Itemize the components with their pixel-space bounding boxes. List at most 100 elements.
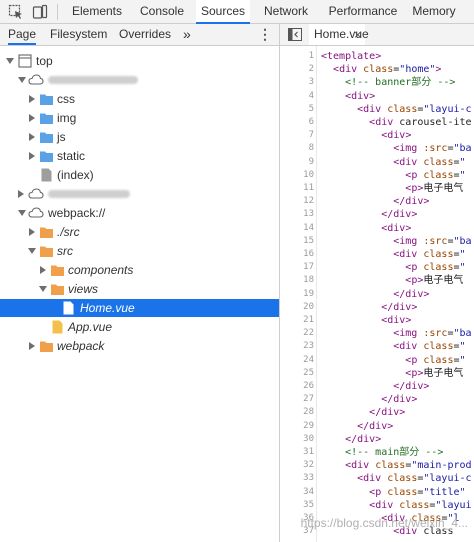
line-number[interactable]: 17 — [280, 261, 314, 274]
expand-arrow-icon[interactable] — [29, 114, 35, 122]
line-number[interactable]: 19 — [280, 288, 314, 301]
folder-icon — [40, 94, 53, 105]
cloud-icon — [28, 188, 44, 199]
tree-item-app-vue[interactable]: App.vue — [0, 318, 279, 336]
tree-item-top[interactable]: top — [0, 52, 279, 70]
line-number[interactable]: 32 — [280, 459, 314, 472]
line-number[interactable]: 4 — [280, 90, 314, 103]
line-number[interactable]: 9 — [280, 156, 314, 169]
line-number[interactable]: 2 — [280, 63, 314, 76]
line-number[interactable]: 8 — [280, 142, 314, 155]
line-number[interactable]: 7 — [280, 129, 314, 142]
line-number[interactable]: 18 — [280, 274, 314, 287]
expand-arrow-icon[interactable] — [18, 210, 26, 216]
code-line: </div> — [393, 381, 430, 392]
toolbar-separator — [57, 4, 58, 20]
line-number[interactable]: 34 — [280, 486, 314, 499]
line-number[interactable]: 5 — [280, 103, 314, 116]
folder-icon — [40, 132, 53, 143]
code-view[interactable]: 1 2 3 4 5 6 7 8 9 10 11 12 13 14 15 16 17 18 19 20 21 22 23 24 2… — [280, 46, 474, 542]
tree-item-webpack-origin[interactable]: webpack:// — [0, 204, 279, 222]
code-line: </div> — [381, 209, 418, 221]
line-number[interactable]: 21 — [280, 314, 314, 327]
tree-label: webpack:// — [48, 206, 106, 220]
expand-arrow-icon[interactable] — [28, 248, 36, 254]
line-number[interactable]: 27 — [280, 393, 314, 406]
tree-item-home-vue[interactable]: Home.vue — [0, 299, 279, 317]
expand-arrow-icon[interactable] — [6, 58, 14, 64]
close-icon[interactable]: × — [354, 24, 362, 45]
code-line: </div> — [345, 433, 382, 445]
tab-elements[interactable]: Elements — [66, 0, 128, 23]
expand-arrow-icon[interactable] — [40, 266, 46, 274]
tab-memory[interactable]: Memory — [408, 0, 460, 23]
line-number[interactable]: 1 — [280, 50, 314, 63]
code-line: </div> — [369, 407, 406, 419]
line-number[interactable]: 22 — [280, 327, 314, 340]
line-number[interactable]: 16 — [280, 248, 314, 261]
blurred-domain — [48, 76, 138, 84]
line-number[interactable]: 24 — [280, 354, 314, 367]
expand-arrow-icon[interactable] — [18, 77, 26, 83]
line-number[interactable]: 29 — [280, 420, 314, 433]
tree-item-views[interactable]: views — [0, 280, 279, 298]
tab-performance[interactable]: Performance — [323, 0, 403, 23]
line-number[interactable]: 33 — [280, 472, 314, 485]
more-tabs-button[interactable]: » — [183, 24, 195, 45]
expand-arrow-icon[interactable] — [29, 342, 35, 350]
code-line: <p class=" — [405, 262, 466, 274]
expand-arrow-icon[interactable] — [39, 286, 47, 292]
tree-item-js[interactable]: js — [0, 128, 279, 146]
tree-item-origin-2[interactable] — [0, 185, 279, 203]
line-number[interactable]: 13 — [280, 208, 314, 221]
line-number[interactable]: 3 — [280, 76, 314, 89]
line-number[interactable]: 23 — [280, 340, 314, 353]
tab-filesystem[interactable]: Filesystem — [50, 24, 107, 45]
expand-arrow-icon[interactable] — [29, 95, 35, 103]
device-toggle-icon[interactable] — [32, 4, 48, 20]
tree-label: js — [57, 130, 66, 144]
tree-item-img[interactable]: img — [0, 109, 279, 127]
tree-item-src[interactable]: src — [0, 242, 279, 260]
tab-network[interactable]: Network — [258, 0, 314, 23]
tab-sources[interactable]: Sources — [196, 0, 250, 24]
tree-item-origin[interactable] — [0, 71, 279, 89]
line-number[interactable]: 15 — [280, 235, 314, 248]
code-line: <img :src="ba — [393, 143, 472, 155]
line-number[interactable]: 20 — [280, 301, 314, 314]
tree-item-dot-src[interactable]: ./src — [0, 223, 279, 241]
line-number[interactable]: 11 — [280, 182, 314, 195]
code-line: <p>电子电气 — [405, 367, 464, 379]
code-line: <!-- banner部分 --> — [321, 77, 456, 89]
line-number[interactable]: 30 — [280, 433, 314, 446]
tree-item-webpack[interactable]: webpack — [0, 337, 279, 355]
expand-arrow-icon[interactable] — [29, 152, 35, 160]
tab-overrides[interactable]: Overrides — [119, 24, 171, 45]
tab-page[interactable]: Page — [8, 24, 36, 45]
line-number[interactable]: 28 — [280, 406, 314, 419]
tree-label: views — [68, 282, 99, 296]
editor-tab-home-vue[interactable]: Home.vue × — [309, 24, 369, 45]
line-number[interactable]: 26 — [280, 380, 314, 393]
code-line: <p class=" — [405, 354, 466, 366]
line-number[interactable]: 14 — [280, 222, 314, 235]
line-number[interactable]: 35 — [280, 499, 314, 512]
expand-arrow-icon[interactable] — [18, 190, 24, 198]
sidebar-toggle-icon[interactable] — [288, 28, 302, 41]
navigator-menu-button[interactable]: ⋮ — [258, 24, 272, 45]
tree-label: img — [57, 111, 77, 125]
line-number[interactable]: 25 — [280, 367, 314, 380]
expand-arrow-icon[interactable] — [29, 228, 35, 236]
tab-console[interactable]: Console — [135, 0, 189, 23]
code-line: <p class="title" — [369, 486, 466, 498]
tree-item-index[interactable]: (index) — [0, 166, 279, 184]
line-number[interactable]: 31 — [280, 446, 314, 459]
line-number[interactable]: 12 — [280, 195, 314, 208]
tree-item-static[interactable]: static — [0, 147, 279, 165]
inspect-element-icon[interactable] — [8, 4, 24, 20]
line-number[interactable]: 6 — [280, 116, 314, 129]
tree-item-css[interactable]: css — [0, 90, 279, 108]
line-number[interactable]: 10 — [280, 169, 314, 182]
expand-arrow-icon[interactable] — [29, 133, 35, 141]
tree-item-components[interactable]: components — [0, 261, 279, 279]
